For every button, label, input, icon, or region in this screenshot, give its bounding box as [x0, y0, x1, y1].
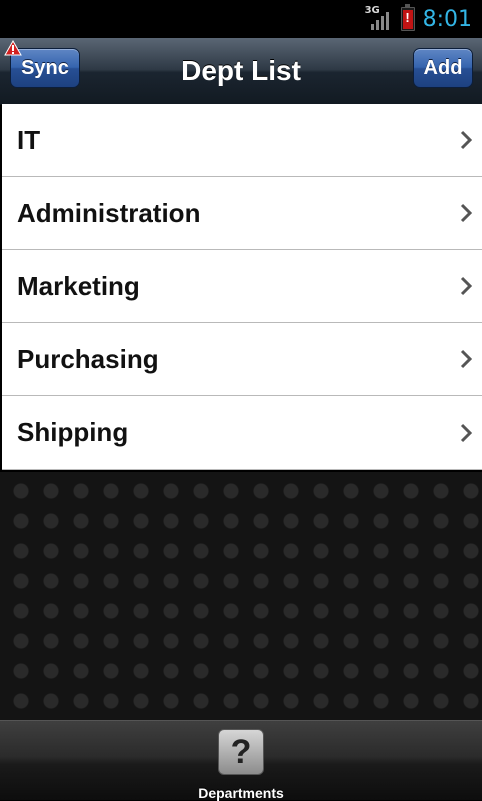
add-button[interactable]: Add	[413, 48, 473, 88]
chevron-right-icon	[460, 423, 472, 442]
list-item-label: Marketing	[17, 270, 140, 301]
list-item[interactable]: Shipping	[2, 396, 482, 470]
background-pattern	[0, 472, 482, 720]
list-item-label: Purchasing	[17, 343, 159, 374]
header-bar: Dept List Sync Add	[0, 38, 482, 105]
list-item[interactable]: Administration	[2, 177, 482, 250]
department-list: IT Administration Marketing Purchasing S…	[2, 104, 482, 470]
list-item[interactable]: Purchasing	[2, 323, 482, 396]
chevron-right-icon	[460, 130, 472, 150]
list-item-label: IT	[17, 124, 41, 155]
list-item-label: Administration	[17, 197, 201, 228]
list-item[interactable]: IT	[2, 104, 482, 177]
chevron-right-icon	[460, 203, 472, 223]
status-bar: 3G ! 8:01	[0, 0, 482, 38]
status-icons: 3G ! 8:01	[365, 4, 472, 32]
chevron-right-icon	[460, 276, 472, 296]
tab-bar: ? Departments	[0, 720, 482, 801]
list-item-label: Shipping	[17, 417, 129, 447]
warning-icon	[4, 40, 22, 56]
battery-icon: !	[400, 4, 415, 31]
clock: 8:01	[422, 6, 472, 32]
tab-departments[interactable]: ? Departments	[191, 729, 291, 801]
chevron-right-icon	[460, 349, 472, 369]
question-mark-icon: ?	[218, 729, 264, 775]
signal-icon: 3G	[365, 5, 393, 32]
list-item[interactable]: Marketing	[2, 250, 482, 323]
